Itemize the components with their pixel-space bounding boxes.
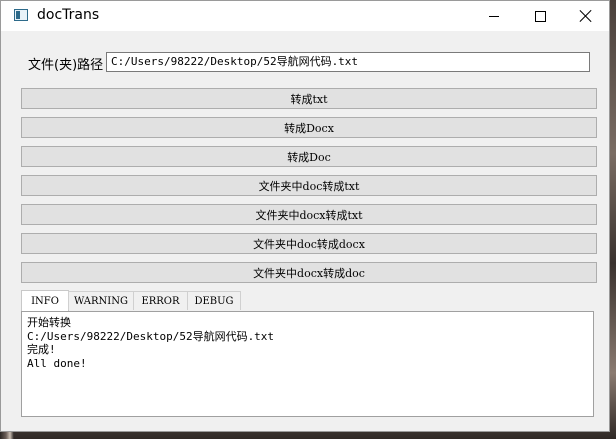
log-line: 开始转换 — [27, 316, 71, 329]
folder-docx-to-doc-button[interactable]: 文件夹中docx转成doc — [21, 262, 597, 283]
window-title: docTrans — [37, 7, 100, 23]
title-bar[interactable]: docTrans — [1, 1, 609, 31]
log-line: C:/Users/98222/Desktop/52导航网代码.txt — [27, 329, 275, 343]
path-input[interactable]: C:/Users/98222/Desktop/52导航网代码.txt — [106, 52, 590, 72]
log-tabs: INFO WARNING ERROR DEBUG — [21, 290, 241, 311]
tab-info[interactable]: INFO — [21, 290, 69, 311]
tab-debug[interactable]: DEBUG — [187, 291, 241, 310]
app-window: docTrans 文件(夹)路径 C:/Users/98222/Desktop/… — [0, 0, 610, 432]
minimize-icon — [489, 15, 499, 17]
folder-doc-to-txt-button[interactable]: 文件夹中doc转成txt — [21, 175, 597, 196]
close-icon — [580, 10, 592, 22]
convert-to-txt-button[interactable]: 转成txt — [21, 88, 597, 109]
log-output[interactable]: 开始转换 C:/Users/98222/Desktop/52导航网代码.txt … — [21, 311, 594, 417]
convert-to-docx-button[interactable]: 转成Docx — [21, 117, 597, 138]
tab-warning[interactable]: WARNING — [68, 291, 134, 310]
path-label: 文件(夹)路径 — [28, 58, 104, 73]
maximize-icon — [534, 10, 546, 22]
log-line: 完成! — [27, 343, 56, 356]
maximize-button[interactable] — [517, 1, 563, 31]
app-window-icon — [14, 9, 28, 21]
convert-to-doc-button[interactable]: 转成Doc — [21, 146, 597, 167]
close-button[interactable] — [563, 1, 609, 31]
tab-error[interactable]: ERROR — [133, 291, 188, 310]
minimize-button[interactable] — [471, 1, 517, 31]
folder-doc-to-docx-button[interactable]: 文件夹中doc转成docx — [21, 233, 597, 254]
folder-docx-to-txt-button[interactable]: 文件夹中docx转成txt — [21, 204, 597, 225]
log-line: All done! — [27, 356, 87, 370]
